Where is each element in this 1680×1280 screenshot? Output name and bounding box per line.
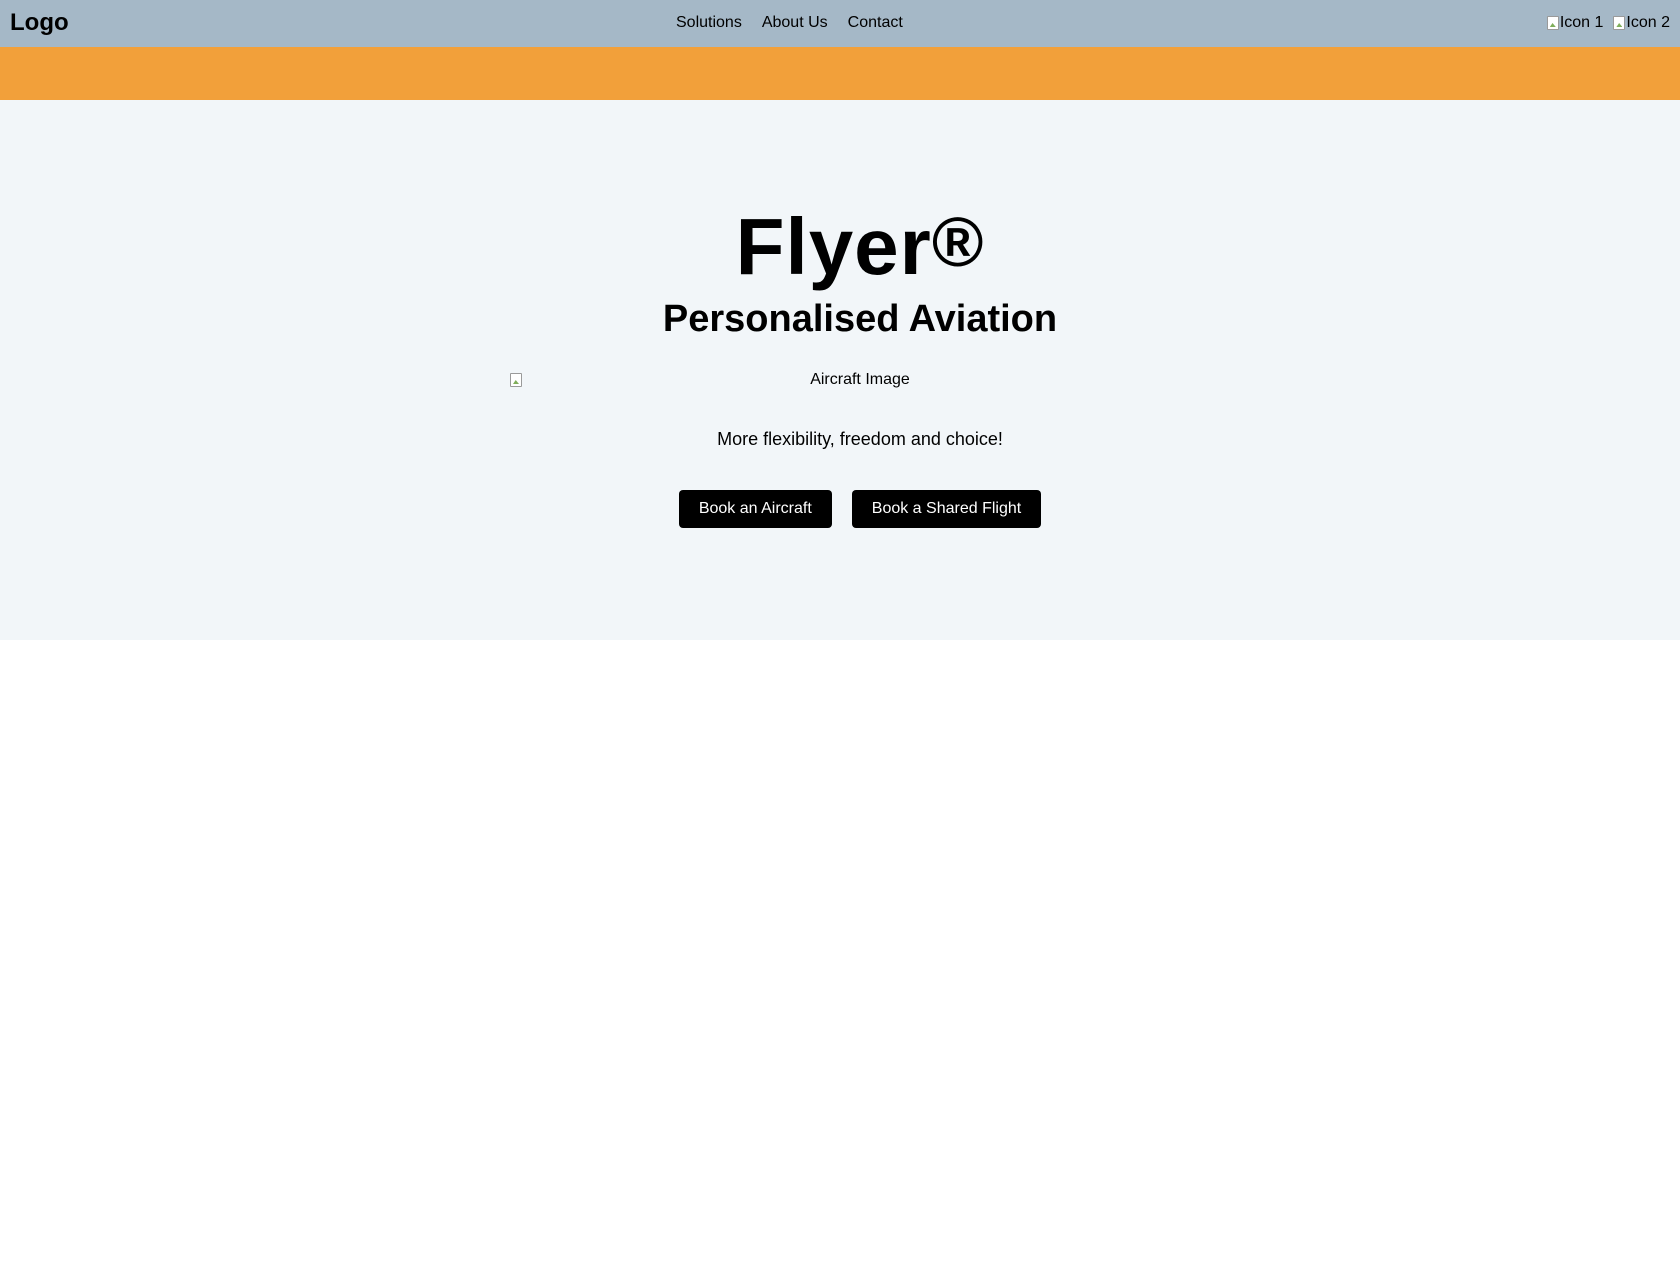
main-nav: Solutions About Us Contact	[676, 13, 903, 33]
registered-mark: ®	[931, 203, 985, 281]
hero-tagline: More flexibility, freedom and choice!	[717, 429, 1003, 449]
broken-image-icon	[1546, 16, 1559, 30]
hero-buttons: Book an Aircraft Book a Shared Flight	[0, 490, 1680, 528]
hero-subtitle: Personalised Aviation	[662, 298, 1058, 340]
broken-image-icon	[1613, 16, 1626, 30]
nav-link-solutions[interactable]: Solutions	[676, 13, 742, 33]
nav-link-about-us[interactable]: About Us	[762, 13, 828, 33]
hero-title: Flyer®	[0, 202, 1680, 292]
hero-section: Flyer® Personalised Aviation Aircraft Im…	[0, 100, 1680, 640]
aircraft-image: Aircraft Image	[510, 370, 1210, 390]
book-aircraft-button[interactable]: Book an Aircraft	[678, 490, 832, 528]
accent-band	[0, 47, 1680, 100]
nav-link-contact[interactable]: Contact	[848, 13, 903, 33]
aircraft-image-alt: Aircraft Image	[810, 371, 910, 388]
book-shared-flight-button[interactable]: Book a Shared Flight	[851, 490, 1042, 528]
header-icon-2-alt: Icon 2	[1626, 14, 1670, 31]
top-navigation-bar: Logo Solutions About Us Contact Icon 1 I…	[0, 0, 1680, 47]
broken-image-icon	[510, 373, 522, 387]
hero-title-text: Flyer	[735, 202, 932, 291]
logo-link[interactable]: Logo	[10, 9, 69, 37]
header-icon-1[interactable]: Icon 1	[1546, 13, 1604, 33]
header-icons: Icon 1 Icon 2	[1546, 13, 1670, 33]
header-icon-2[interactable]: Icon 2	[1613, 13, 1670, 33]
header-icon-1-alt: Icon 1	[1559, 14, 1604, 31]
